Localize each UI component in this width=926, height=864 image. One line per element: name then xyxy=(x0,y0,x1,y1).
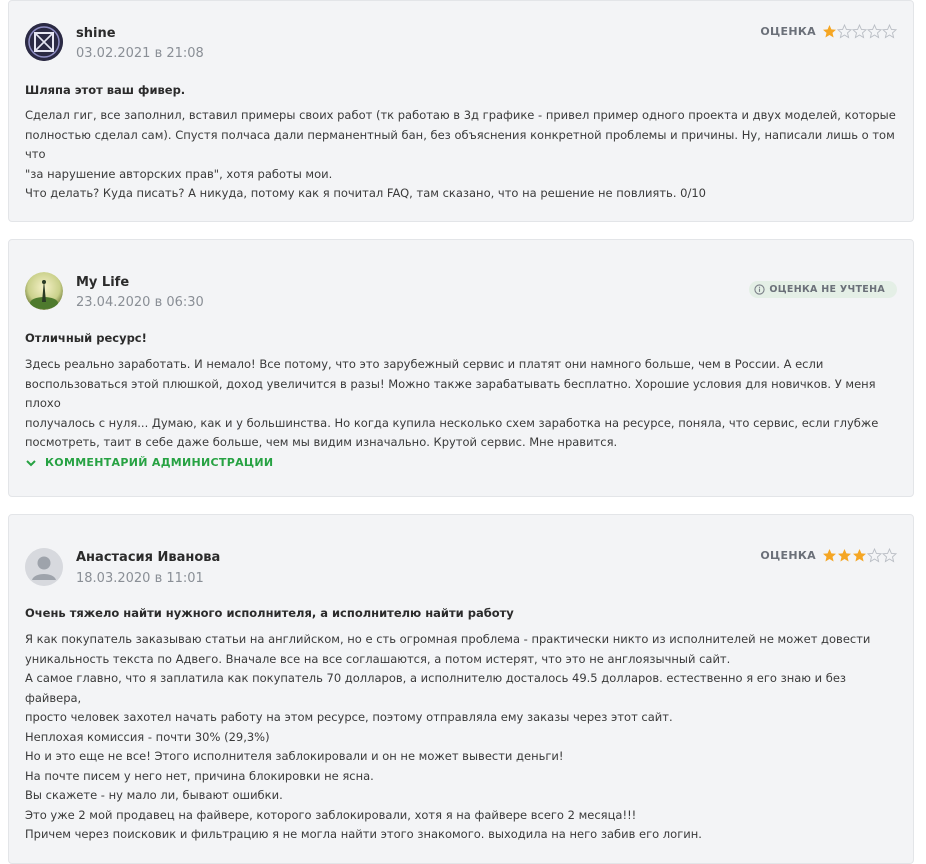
review-text-line: Здесь реально заработать. И немало! Все … xyxy=(25,357,824,371)
review-card: My Life 23.04.2020 в 06:30 ОЦЕНКА НЕ УЧТ… xyxy=(8,239,914,497)
author-name[interactable]: shine xyxy=(76,26,116,41)
review-text-line: "за нарушение авторских прав", хотя рабо… xyxy=(25,166,333,181)
star-empty-icon xyxy=(867,548,882,563)
review-body: Сделал гиг, все заполнил, вставил пример… xyxy=(25,106,899,204)
rating-not-counted-badge: ОЦЕНКА НЕ УЧТЕНА xyxy=(749,281,897,298)
review-text-line: На почте писем у него нет, причина блоки… xyxy=(25,768,374,783)
review-text-line: Я как покупатель заказываю статьи на анг… xyxy=(25,632,871,646)
review-body: Я как покупатель заказываю статьи на анг… xyxy=(25,630,899,845)
review-card: Анастасия Иванова 18.03.2020 в 11:01 ОЦЕ… xyxy=(8,514,914,864)
author-name[interactable]: My Life xyxy=(76,275,129,290)
review-text-line: Что делать? Куда писать? А никуда, потом… xyxy=(25,186,706,200)
avatar[interactable] xyxy=(25,548,63,586)
review-date: 18.03.2020 в 11:01 xyxy=(76,571,204,586)
review-text-line: Причем через поисковик и фильтрацию я не… xyxy=(25,827,702,841)
star-filled-icon xyxy=(823,549,836,562)
star-filled-icon xyxy=(838,549,851,562)
star-empty-icon xyxy=(882,24,897,39)
review-body: Здесь реально заработать. И немало! Все … xyxy=(25,355,899,453)
review-text-line: просто человек захотел начать работу на … xyxy=(25,710,673,724)
star-filled-icon xyxy=(823,25,836,38)
review-text-line: Неплохая комиссия - почти 30% (29,3%) xyxy=(25,729,270,744)
review-card: shine 03.02.2021 в 21:08 ОЦЕНКА Шляпа эт… xyxy=(8,0,914,222)
star-empty-icon xyxy=(867,24,882,39)
star-empty-icon xyxy=(852,24,867,39)
avatar[interactable] xyxy=(25,272,63,310)
review-title: Очень тяжело найти нужного исполнителя, … xyxy=(25,606,514,620)
rating-label: ОЦЕНКА xyxy=(760,549,816,562)
review-title: Шляпа этот ваш фивер. xyxy=(25,83,186,97)
info-icon xyxy=(754,284,766,295)
badge-label: ОЦЕНКА НЕ УЧТЕНА xyxy=(769,284,885,295)
review-text-line: получалось с нуля... Думаю, как и у боль… xyxy=(25,415,879,430)
rating-label: ОЦЕНКА xyxy=(760,25,816,38)
star-rating xyxy=(822,24,897,39)
review-text-line: А самое главно, что я заплатила как поку… xyxy=(25,671,847,705)
admin-comment-label: КОММЕНТАРИЙ АДМИНИСТРАЦИИ xyxy=(45,456,274,469)
review-text-line: полностью сделал сам). Спустя полчаса да… xyxy=(25,127,895,162)
review-text-line: Вы скажете - ну мало ли, бывают ошибки. xyxy=(25,788,283,802)
review-text-line: воспользоваться этой плюшкой, доход увел… xyxy=(25,376,876,411)
star-rating xyxy=(822,548,897,563)
review-text-line: Это уже 2 мой продавец на файвере, котор… xyxy=(25,807,637,822)
review-text-line: Но и это еще не все! Этого исполнителя з… xyxy=(25,749,564,763)
review-date: 23.04.2020 в 06:30 xyxy=(76,295,204,310)
avatar[interactable] xyxy=(25,23,63,61)
review-title: Отличный ресурс! xyxy=(25,331,147,345)
star-empty-icon xyxy=(837,24,852,39)
rating: ОЦЕНКА xyxy=(760,24,897,39)
chevron-down-icon xyxy=(26,459,36,466)
review-text-line: посмотреть, таит в себе даже больше, чем… xyxy=(25,435,618,449)
review-text-line: уникальность текста по Адвего. Вначале в… xyxy=(25,651,731,666)
review-date: 03.02.2021 в 21:08 xyxy=(76,46,204,61)
admin-comment-toggle[interactable]: КОММЕНТАРИЙ АДМИНИСТРАЦИИ xyxy=(25,456,273,469)
star-empty-icon xyxy=(882,548,897,563)
rating: ОЦЕНКА xyxy=(760,548,897,563)
author-name[interactable]: Анастасия Иванова xyxy=(76,550,220,565)
star-filled-icon xyxy=(853,549,866,562)
review-text-line: Сделал гиг, все заполнил, вставил пример… xyxy=(25,108,896,122)
